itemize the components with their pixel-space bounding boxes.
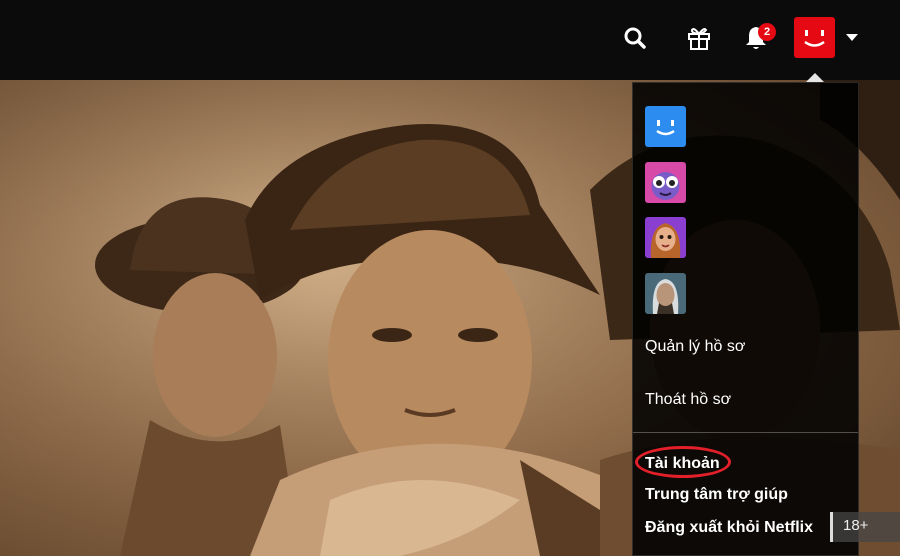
sign-out-link[interactable]: Đăng xuất khỏi Netflix — [645, 519, 813, 537]
account-avatar-button[interactable] — [794, 17, 835, 58]
smiley-avatar-icon — [804, 30, 825, 47]
profile-dropdown-menu: Quản lý hồ sơ Thoát hồ sơ Tài khoản Trun… — [632, 82, 859, 556]
menu-divider — [633, 432, 858, 433]
blue-smiley-avatar-icon — [645, 106, 686, 147]
profile-avatar-2[interactable] — [645, 162, 686, 203]
gift-icon — [688, 28, 710, 50]
maturity-rating-badge: 18+ — [830, 512, 900, 542]
profile-avatar-3[interactable] — [645, 217, 686, 258]
account-highlight-circle — [635, 446, 731, 478]
animated-girl-avatar-icon — [645, 217, 686, 258]
gift-button[interactable] — [681, 20, 717, 56]
caret-down-icon[interactable] — [846, 34, 858, 41]
help-center-link[interactable]: Trung tâm trợ giúp — [645, 486, 788, 504]
witcher-avatar-icon — [645, 273, 686, 314]
notification-count-badge: 2 — [758, 23, 776, 41]
search-button[interactable] — [617, 20, 653, 56]
search-icon — [624, 27, 646, 49]
profile-avatar-4[interactable] — [645, 273, 686, 314]
dropdown-pointer — [806, 73, 824, 82]
profile-avatar-1[interactable] — [645, 106, 686, 147]
purple-creature-avatar-icon — [645, 162, 686, 203]
exit-profile-link[interactable]: Thoát hồ sơ — [645, 391, 731, 409]
manage-profiles-link[interactable]: Quản lý hồ sơ — [645, 338, 745, 356]
